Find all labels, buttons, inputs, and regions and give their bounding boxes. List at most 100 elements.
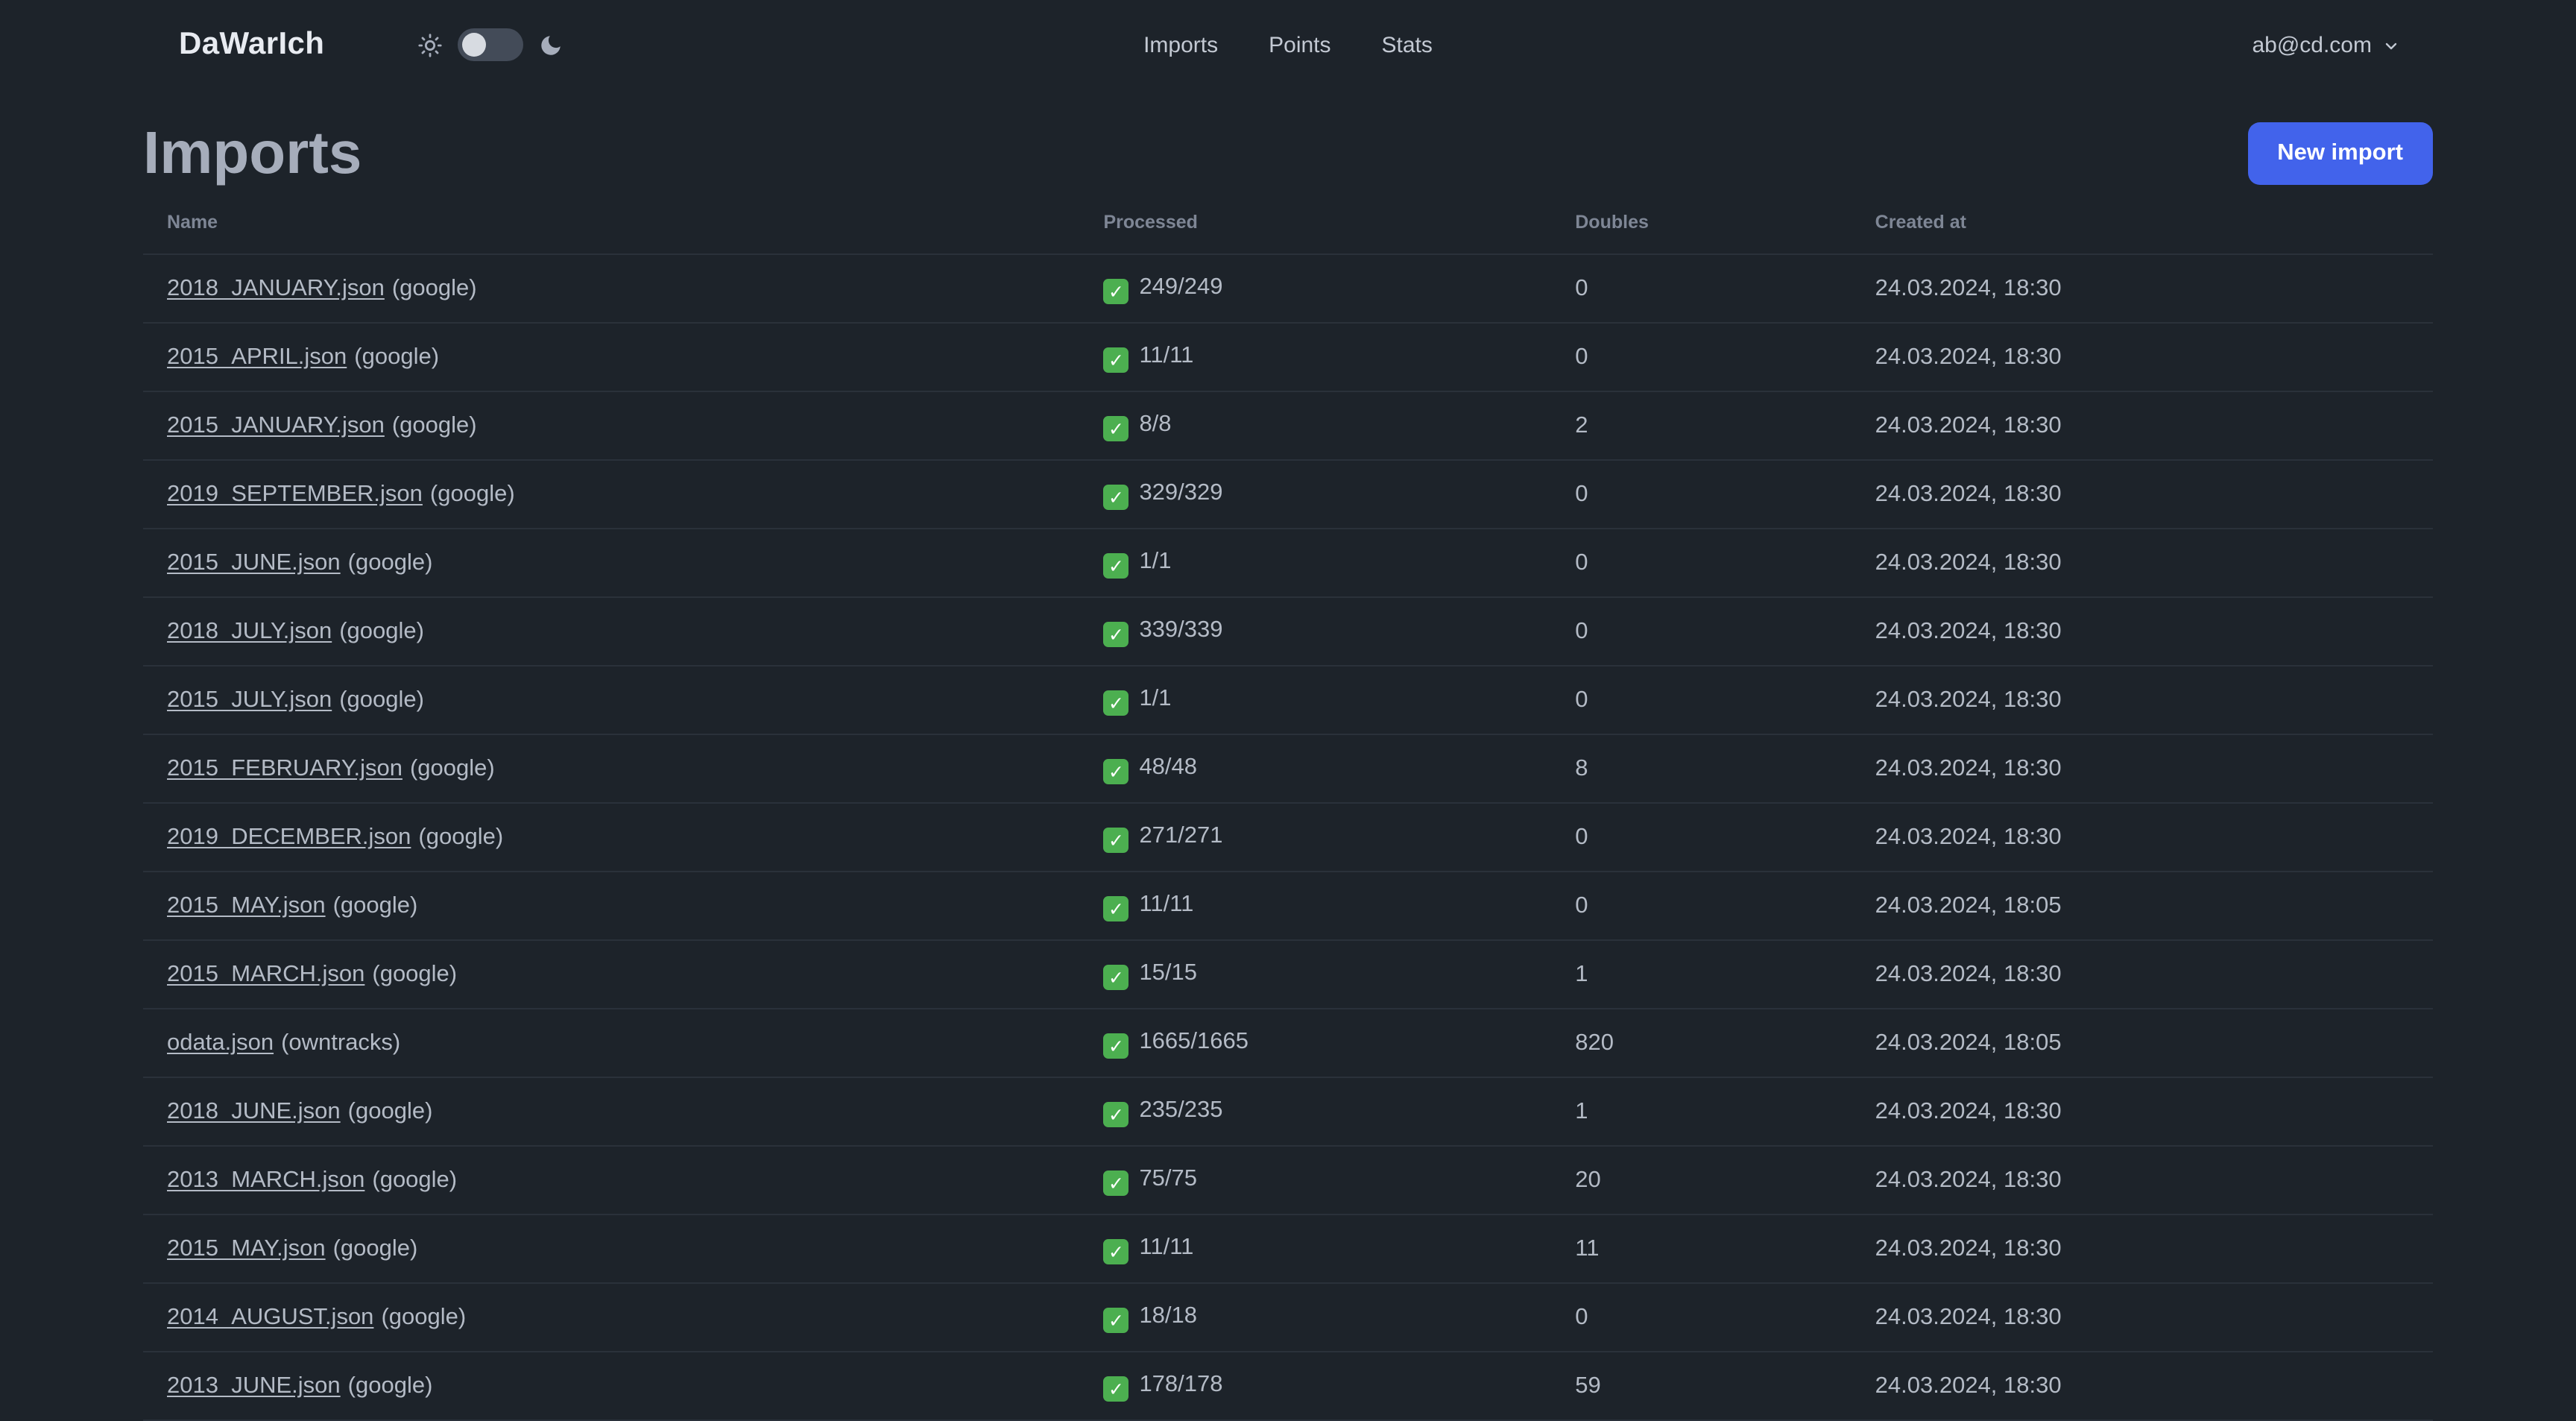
cell-processed: ✓ 8/8 [1079,391,1552,460]
theme-toggle-switch[interactable] [457,28,523,61]
cell-created-at: 24.03.2024, 18:30 [1851,528,2433,597]
cell-name: 2014_AUGUST.json (google) [143,1282,1080,1352]
main-content: Imports New import Name Processed Double… [0,119,2576,1421]
import-source: (google) [347,549,433,575]
import-file-link[interactable]: 2018_JANUARY.json [167,275,385,300]
nav-link-stats[interactable]: Stats [1382,32,1433,57]
cell-created-at: 24.03.2024, 18:30 [1851,459,2433,529]
check-icon: ✓ [1103,964,1129,989]
import-source: (google) [381,1304,467,1329]
cell-created-at: 24.03.2024, 18:30 [1851,1282,2433,1352]
import-file-link[interactable]: 2018_JUNE.json [167,1098,341,1124]
import-file-link[interactable]: 2015_JUNE.json [167,549,341,575]
table-row: 2015_JULY.json (google) ✓ 1/1 0 24.03.2024… [143,665,2433,734]
cell-name: 2015_MARCH.json (google) [143,939,1080,1009]
new-import-button[interactable]: New import [2247,122,2433,185]
import-file-link[interactable]: 2018_JULY.json [167,618,332,643]
brand-logo[interactable]: DaWarIch [179,27,324,63]
user-menu[interactable]: ab@cd.com [2252,32,2400,57]
nav-link-points[interactable]: Points [1269,32,1330,57]
import-source: (google) [339,618,424,643]
cell-doubles: 0 [1551,322,1852,391]
sun-icon [417,32,442,57]
nav-left: DaWarIch [179,27,563,63]
processed-count: 8/8 [1139,411,1172,436]
check-icon: ✓ [1103,1101,1129,1127]
theme-toggle-knob [461,33,486,57]
cell-processed: ✓ 1/1 [1079,665,1552,734]
table-row: 2014_AUGUST.json (google) ✓ 18/18 0 24.03.… [143,1282,2433,1352]
cell-doubles: 0 [1551,665,1852,734]
import-file-link[interactable]: 2015_JULY.json [167,687,332,712]
cell-doubles: 820 [1551,1008,1852,1077]
cell-processed: ✓ 18/18 [1079,1282,1552,1352]
processed-count: 271/271 [1139,822,1223,848]
cell-name: 2015_FEBRUARY.json (google) [143,734,1080,803]
check-icon: ✓ [1103,1170,1129,1195]
cell-processed: ✓ 11/11 [1079,322,1552,391]
import-file-link[interactable]: 2015_JANUARY.json [167,412,385,438]
page-header: Imports New import [143,119,2433,188]
check-icon: ✓ [1103,1238,1129,1264]
user-email: ab@cd.com [2252,32,2372,57]
import-file-link[interactable]: 2015_FEBRUARY.json [167,755,402,781]
nav-links: Imports Points Stats [1143,32,1433,57]
import-file-link[interactable]: 2013_MARCH.json [167,1167,364,1192]
import-source: (google) [391,275,477,300]
check-icon: ✓ [1103,1307,1129,1332]
import-file-link[interactable]: 2019_DECEMBER.json [167,824,411,849]
app-window: DaWarIch Imports Points Stats ab@cd.com … [0,0,2576,1421]
import-file-link[interactable]: odata.json [167,1030,274,1055]
cell-created-at: 24.03.2024, 18:30 [1851,1145,2433,1214]
cell-created-at: 24.03.2024, 18:30 [1851,665,2433,734]
check-icon: ✓ [1103,347,1129,372]
import-source: (owntracks) [281,1030,401,1055]
processed-count: 235/235 [1139,1097,1223,1122]
import-file-link[interactable]: 2014_AUGUST.json [167,1304,373,1329]
cell-created-at: 24.03.2024, 18:05 [1851,871,2433,940]
cell-doubles: 11 [1551,1214,1852,1283]
import-source: (google) [429,481,515,506]
import-source: (google) [418,824,504,849]
import-file-link[interactable]: 2013_JUNE.json [167,1373,341,1398]
import-source: (google) [332,1235,418,1261]
table-row: 2015_JUNE.json (google) ✓ 1/1 0 24.03.2024… [143,528,2433,597]
import-source: (google) [409,755,495,781]
import-file-link[interactable]: 2015_MARCH.json [167,961,364,986]
cell-doubles: 0 [1551,871,1852,940]
cell-doubles: 1 [1551,1077,1852,1146]
processed-count: 1/1 [1139,685,1172,710]
cell-created-at: 24.03.2024, 18:30 [1851,1351,2433,1420]
processed-count: 1/1 [1139,548,1172,573]
cell-name: 2013_JUNE.json (google) [143,1351,1080,1420]
check-icon: ✓ [1103,552,1129,578]
imports-table: Name Processed Doubles Created at 2018_J… [143,203,2433,1420]
cell-doubles: 0 [1551,528,1852,597]
check-icon: ✓ [1103,827,1129,852]
column-header-created-at: Created at [1875,212,1966,233]
cell-created-at: 24.03.2024, 18:30 [1851,322,2433,391]
processed-count: 339/339 [1139,617,1223,642]
processed-count: 11/11 [1139,342,1194,368]
import-file-link[interactable]: 2019_SEPTEMBER.json [167,481,423,506]
cell-name: 2015_JULY.json (google) [143,665,1080,734]
import-file-link[interactable]: 2015_APRIL.json [167,344,347,369]
cell-name: 2019_SEPTEMBER.json (google) [143,459,1080,529]
cell-name: 2015_MAY.json (google) [143,871,1080,940]
check-icon: ✓ [1103,895,1129,921]
column-header-processed: Processed [1103,212,1198,233]
cell-doubles: 0 [1551,1282,1852,1352]
table-row: 2015_MAY.json (google) ✓ 11/11 11 24.03.20… [143,1214,2433,1283]
import-file-link[interactable]: 2015_MAY.json [167,892,326,918]
nav-link-imports[interactable]: Imports [1143,32,1218,57]
table-row: 2018_JANUARY.json (google) ✓ 249/249 0 24.… [143,253,2433,323]
cell-name: 2015_MAY.json (google) [143,1214,1080,1283]
cell-name: 2015_JANUARY.json (google) [143,391,1080,460]
cell-created-at: 24.03.2024, 18:30 [1851,1077,2433,1146]
cell-name: 2015_JUNE.json (google) [143,528,1080,597]
cell-doubles: 0 [1551,459,1852,529]
cell-doubles: 0 [1551,253,1852,323]
cell-name: 2015_APRIL.json (google) [143,322,1080,391]
page-title: Imports [143,121,362,186]
import-file-link[interactable]: 2015_MAY.json [167,1235,326,1261]
